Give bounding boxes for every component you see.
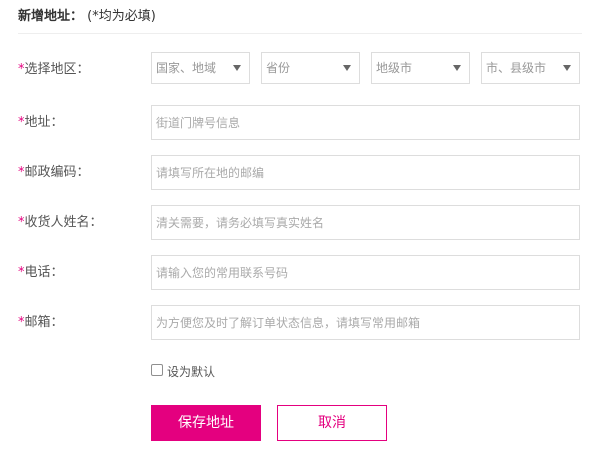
- region-row: *选择地区： 国家、地域 省份 地级市 市、县级市: [0, 52, 602, 88]
- set-default-label[interactable]: 设为默认: [167, 363, 215, 381]
- recipient-label-text: 收货人姓名：: [24, 215, 103, 230]
- address-input[interactable]: [151, 105, 580, 140]
- required-note: (*均为必填): [87, 9, 156, 24]
- county-city-select[interactable]: 市、县级市: [481, 52, 580, 84]
- postcode-label: *邮政编码：: [18, 155, 90, 191]
- recipient-name-input[interactable]: [151, 205, 580, 240]
- prefecture-city-select-value: 地级市: [376, 61, 413, 75]
- form-title: 新增地址：: [18, 9, 84, 24]
- country-select-value: 国家、地域: [156, 61, 217, 75]
- phone-input[interactable]: [151, 255, 580, 290]
- phone-row: *电话：: [0, 255, 602, 291]
- email-input[interactable]: [151, 305, 580, 340]
- region-label: *选择地区：: [18, 52, 90, 88]
- province-select-value: 省份: [266, 61, 291, 75]
- address-label: *地址：: [18, 105, 64, 141]
- chevron-down-icon: [453, 65, 461, 71]
- chevron-down-icon: [343, 65, 351, 71]
- recipient-label: *收货人姓名：: [18, 205, 103, 241]
- chevron-down-icon: [233, 65, 241, 71]
- recipient-row: *收货人姓名：: [0, 205, 602, 241]
- postcode-input[interactable]: [151, 155, 580, 190]
- postcode-row: *邮政编码：: [0, 155, 602, 191]
- set-default-checkbox[interactable]: [151, 364, 163, 376]
- province-select[interactable]: 省份: [261, 52, 360, 84]
- email-row: *邮箱：: [0, 305, 602, 341]
- email-label: *邮箱：: [18, 305, 64, 341]
- form-header: 新增地址： (*均为必填): [18, 8, 582, 34]
- region-label-text: 选择地区：: [24, 62, 90, 77]
- address-row: *地址：: [0, 105, 602, 141]
- chevron-down-icon: [563, 65, 571, 71]
- phone-label-text: 电话：: [24, 265, 64, 280]
- address-label-text: 地址：: [24, 115, 64, 130]
- country-select[interactable]: 国家、地域: [151, 52, 250, 84]
- cancel-button[interactable]: 取消: [277, 405, 387, 441]
- new-address-form: 新增地址： (*均为必填) *选择地区： 国家、地域 省份 地级市 市、县级市 …: [0, 0, 602, 457]
- postcode-label-text: 邮政编码：: [24, 165, 90, 180]
- save-address-button[interactable]: 保存地址: [151, 405, 261, 441]
- county-city-select-value: 市、县级市: [486, 61, 547, 75]
- prefecture-city-select[interactable]: 地级市: [371, 52, 470, 84]
- phone-label: *电话：: [18, 255, 64, 291]
- email-label-text: 邮箱：: [24, 315, 64, 330]
